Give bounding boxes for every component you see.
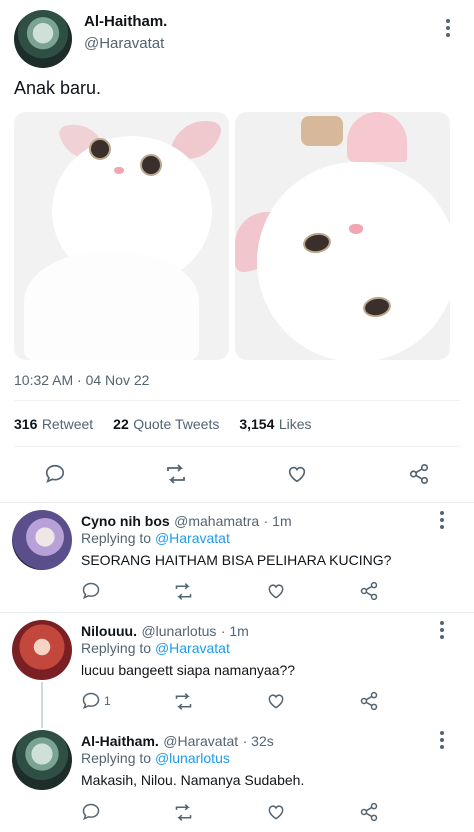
reply-action-bar [81,581,381,603]
reply-avatar[interactable] [12,620,72,680]
reply-text: SEORANG HAITHAM BISA PELIHARA KUCING? [81,552,392,568]
reply-author-name[interactable]: Cyno nih bos [81,513,170,529]
reply-header: Cyno nih bos @mahamatra · 1m [81,513,292,531]
share-icon[interactable] [359,691,379,711]
replying-to-link[interactable]: @Haravatat [155,640,230,656]
more-options-icon[interactable] [432,730,452,750]
divider [0,502,474,503]
reply-text: Makasih, Nilou. Namanya Sudabeh. [81,772,305,788]
replying-to: Replying to @Haravatat [81,640,230,656]
reply-icon[interactable] [81,802,101,822]
reply-icon[interactable] [43,462,67,486]
retweet-icon[interactable] [173,802,194,823]
like-icon[interactable] [285,462,309,486]
reply-author-handle[interactable]: @Haravatat [163,733,238,749]
reply-time[interactable]: · 1m [221,623,249,639]
likes-label: Likes [278,416,312,432]
reply-text: lucuu bangeett siapa namanyaa?? [81,662,296,678]
reply-action-bar: 1 [81,691,381,713]
thread-line [41,682,43,728]
stats-row: 316 Retweet 22 Quote Tweets 3,154 Likes [14,416,312,434]
retweets-count: 316 [14,416,38,432]
reply-author-handle[interactable]: @mahamatra [174,513,259,529]
cat-eye-right [140,154,162,176]
tweet-text: Anak baru. [14,78,102,98]
reply-avatar[interactable] [12,510,72,570]
cat-nose [114,167,124,174]
divider [14,446,460,447]
tweet-timestamp[interactable]: 10:32 AM · 04 Nov 22 [14,372,149,388]
quotes-count: 22 [113,416,129,432]
cat-ear-right [347,112,407,162]
reply-count: 1 [104,694,111,708]
like-icon[interactable] [266,581,286,601]
more-options-icon[interactable] [432,510,452,530]
replying-to-link[interactable]: @lunarlotus [155,750,230,766]
reply-time[interactable]: · 1m [264,513,292,529]
retweet-icon[interactable] [164,462,188,486]
reply-icon[interactable] [81,691,101,711]
replying-to-link[interactable]: @Haravatat [155,530,230,546]
reply-author-name[interactable]: Al-Haitham. [81,733,159,749]
divider [14,400,460,401]
cat-head [257,162,450,360]
replying-to: Replying to @lunarlotus [81,750,230,766]
quotes-label: Quote Tweets [133,416,220,432]
reply-header: Al-Haitham. @Haravatat · 32s [81,733,274,751]
quotes-stat[interactable]: 22 Quote Tweets [113,416,219,434]
retweet-icon[interactable] [173,691,194,712]
author-name[interactable]: Al-Haitham. [84,13,167,30]
more-options-icon[interactable] [438,18,458,38]
divider [0,612,474,613]
replying-to: Replying to @Haravatat [81,530,230,546]
likes-stat[interactable]: 3,154 Likes [239,416,311,434]
share-icon[interactable] [407,462,431,486]
likes-count: 3,154 [239,416,275,432]
reply-avatar[interactable] [12,730,72,790]
author-avatar[interactable] [14,10,72,68]
like-icon[interactable] [266,691,286,711]
reply-icon[interactable] [81,581,101,601]
share-icon[interactable] [359,802,379,822]
reply-header: Nilouuu. @lunarlotus · 1m [81,623,249,641]
replying-to-prefix: Replying to [81,750,152,766]
cat-toy [301,116,343,146]
like-icon[interactable] [266,802,286,822]
cat-eye-left [89,138,111,160]
replying-to-prefix: Replying to [81,640,152,656]
share-icon[interactable] [359,581,379,601]
more-options-icon[interactable] [432,620,452,640]
reply-time[interactable]: · 32s [243,733,274,749]
tweet-photo-2[interactable] [235,112,450,360]
author-handle[interactable]: @Haravatat [84,35,164,52]
reply-author-handle[interactable]: @lunarlotus [141,623,216,639]
tweet-photo-1[interactable] [14,112,229,360]
retweets-stat[interactable]: 316 Retweet [14,416,93,434]
replying-to-prefix: Replying to [81,530,152,546]
cat-body [24,252,199,360]
cat-nose [349,224,363,234]
reply-action-bar [81,802,381,824]
retweets-label: Retweet [41,416,94,432]
retweet-icon[interactable] [173,581,194,602]
reply-author-name[interactable]: Nilouuu. [81,623,137,639]
